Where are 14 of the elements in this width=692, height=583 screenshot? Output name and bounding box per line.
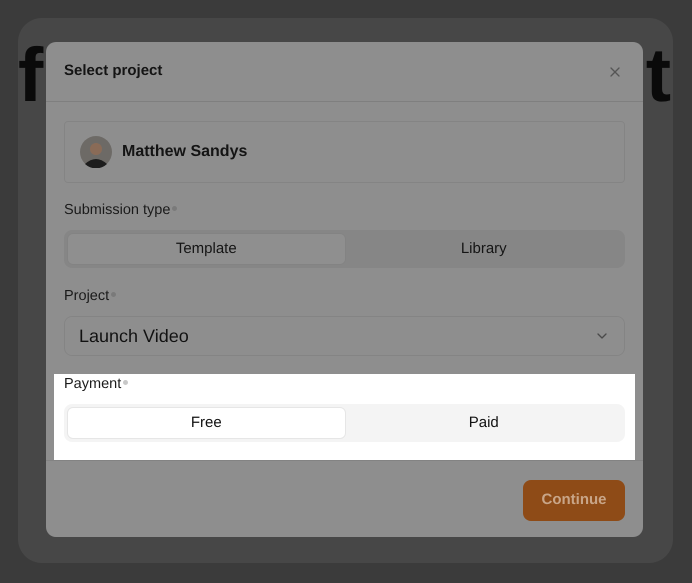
continue-button[interactable]: Continue bbox=[523, 480, 625, 521]
field-label: Project bbox=[64, 287, 110, 306]
segment-tab[interactable]: Free bbox=[67, 407, 346, 439]
background-heading: f bbox=[18, 38, 44, 114]
background-heading: t bbox=[646, 38, 671, 114]
user-name: Matthew Sandys bbox=[122, 142, 248, 162]
avatar bbox=[80, 136, 112, 168]
field-label: Submission type bbox=[64, 201, 170, 220]
dialog-title: Select project bbox=[64, 61, 162, 82]
field-label: Payment bbox=[64, 375, 122, 394]
segment-tab[interactable]: Paid bbox=[346, 407, 622, 439]
segment-tab[interactable]: Template bbox=[67, 233, 346, 265]
project-select[interactable]: Launch Video bbox=[64, 316, 625, 356]
segment-tab[interactable]: Library bbox=[346, 233, 622, 265]
